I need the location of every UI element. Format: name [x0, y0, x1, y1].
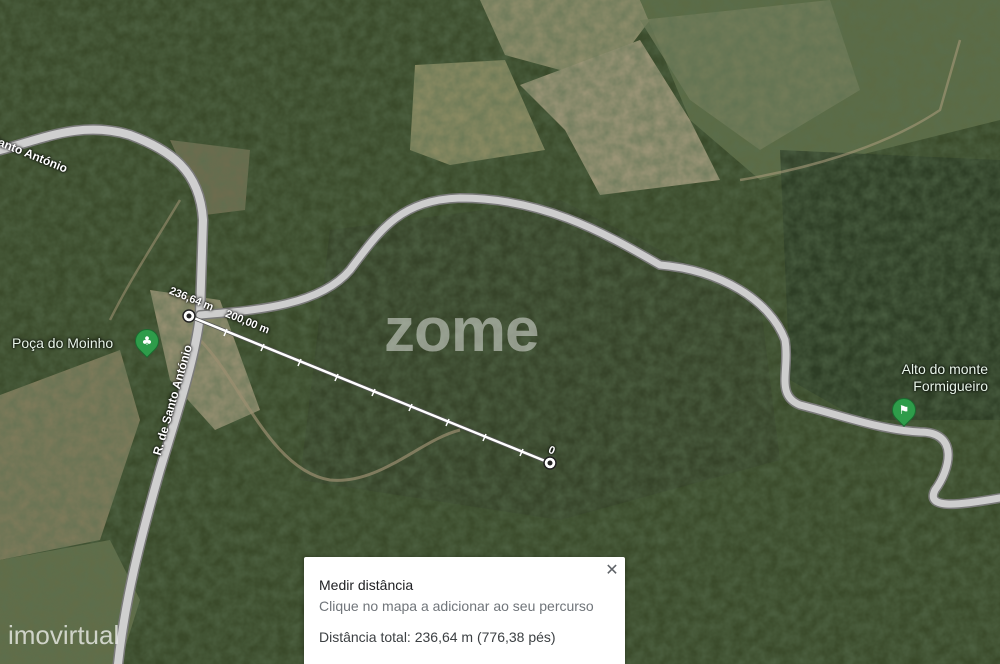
watermark-imovirtual: imovirtual — [8, 620, 120, 650]
poi-label-poca-do-moinho[interactable]: Poça do Moinho — [12, 335, 113, 351]
total-distance: Distância total: 236,64 m (776,38 pés) — [319, 629, 556, 645]
panel-hint: Clique no mapa a adicionar ao seu percur… — [319, 598, 594, 614]
measure-distance-panel: ✕ Medir distância Clique no mapa a adici… — [304, 557, 625, 664]
map-view[interactable]: Santo António R. de Santo António 236,64… — [0, 0, 1000, 664]
watermark-zome: zome — [384, 296, 539, 365]
panel-title: Medir distância — [319, 577, 414, 593]
close-icon[interactable]: ✕ — [603, 561, 621, 579]
poi-label-alto-do-monte-formigueiro[interactable]: Alto do monte Formigueiro — [878, 361, 988, 395]
